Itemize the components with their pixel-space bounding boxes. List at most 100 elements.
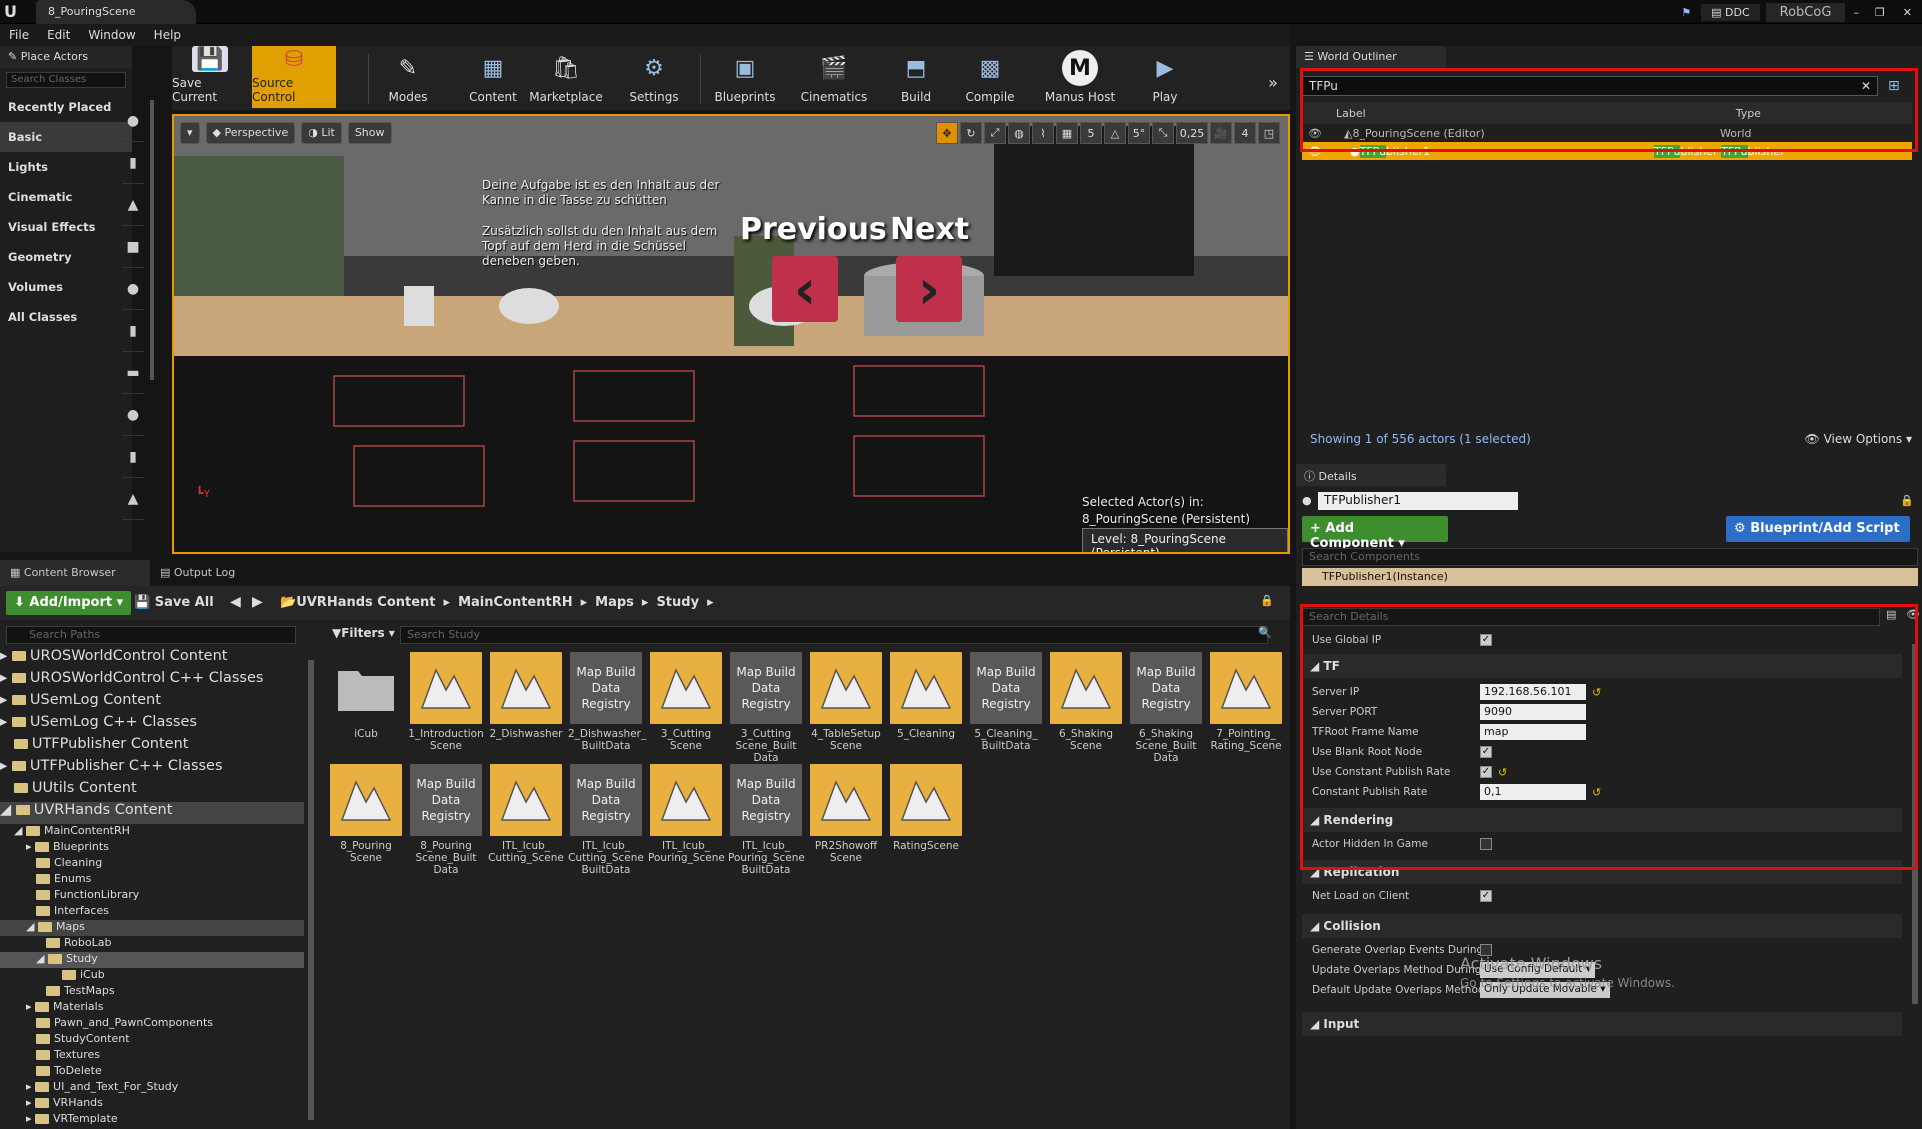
outliner-row-world[interactable]: 👁 ◭ 8_PouringScene (Editor) World bbox=[1302, 124, 1912, 142]
cylinder-actor-icon[interactable]: ▮ bbox=[122, 142, 144, 184]
build-button[interactable]: ⬒ Build bbox=[884, 46, 948, 108]
plane-actor-icon[interactable]: ▬ bbox=[122, 352, 144, 394]
camera-speed-icon[interactable]: 🎥 bbox=[1210, 122, 1232, 144]
surface-snap-icon[interactable]: ⌇ bbox=[1032, 122, 1054, 144]
tree-item[interactable]: ▸ Materials bbox=[0, 1000, 304, 1016]
asset-tile[interactable]: RatingScene bbox=[888, 764, 964, 870]
asset-tile[interactable]: Map Build Data Registry ITL_Icub_ Cutting… bbox=[568, 764, 644, 876]
tree-item[interactable]: iCub bbox=[0, 968, 304, 984]
asset-tile[interactable]: ITL_Icub_ Cutting_Scene bbox=[488, 764, 564, 870]
compile-button[interactable]: ▩ Compile bbox=[952, 46, 1028, 108]
content-button[interactable]: ▦ Content bbox=[460, 46, 526, 108]
asset-tile[interactable]: Map Build Data Registry 5_Cleaning_ Built… bbox=[968, 652, 1044, 758]
property-matrix-icon[interactable]: ▤ bbox=[1886, 608, 1896, 621]
add-import-button[interactable]: ⬇ Add/Import ▾ bbox=[6, 591, 132, 615]
breadcrumb-separator-icon[interactable]: ▸ bbox=[581, 595, 588, 610]
tree-item[interactable]: TestMaps bbox=[0, 984, 304, 1000]
forward-arrow-icon[interactable]: ▶ bbox=[252, 594, 263, 610]
tree-item[interactable]: RoboLab bbox=[0, 936, 304, 952]
tree-item[interactable]: ◢ UVRHands Content bbox=[0, 802, 304, 824]
category-visual-effects[interactable]: Visual Effects bbox=[0, 212, 132, 242]
notification-icon[interactable]: ⚑ bbox=[1671, 6, 1701, 19]
viewport-menu-button[interactable]: ▾ bbox=[180, 122, 200, 144]
actor-name-field[interactable]: TFPublisher1 bbox=[1318, 492, 1518, 510]
search-components-input[interactable]: Search Components bbox=[1302, 548, 1918, 566]
level-viewport[interactable]: ▾ ◆ Perspective ◑ Lit Show ✥ ↻ ⤢ ◍ ⌇ ▦ 5… bbox=[172, 114, 1290, 554]
asset-tile[interactable]: Map Build Data Registry 8_Pouring Scene_B… bbox=[408, 764, 484, 876]
blueprints-button[interactable]: ▣ Blueprints bbox=[700, 46, 790, 108]
save-all-button[interactable]: 💾 Save All bbox=[134, 595, 214, 610]
asset-tile[interactable]: 7_Pointing_ Rating_Scene bbox=[1208, 652, 1284, 758]
tree-item[interactable]: ▸ Blueprints bbox=[0, 840, 304, 856]
lit-button[interactable]: ◑ Lit bbox=[301, 122, 342, 144]
eye-icon[interactable]: 👁 bbox=[1906, 608, 1920, 621]
marketplace-button[interactable]: 🛍 Marketplace bbox=[528, 46, 604, 108]
asset-tile[interactable]: Map Build Data Registry 6_Shaking Scene_B… bbox=[1128, 652, 1204, 764]
category-basic[interactable]: Basic bbox=[0, 122, 132, 152]
breadcrumb-item[interactable]: Maps bbox=[595, 595, 634, 610]
tree-item[interactable]: UUtils Content bbox=[0, 780, 304, 802]
checkbox[interactable]: ✓ bbox=[1480, 634, 1492, 646]
sphere-actor-icon[interactable]: ● bbox=[122, 394, 144, 436]
type-column-header[interactable]: Type bbox=[1736, 107, 1761, 120]
component-instance-row[interactable]: TFPublisher1(Instance) bbox=[1302, 568, 1918, 586]
manus-host-button[interactable]: M Manus Host bbox=[1038, 46, 1122, 108]
tree-item[interactable]: ◢ Maps bbox=[0, 920, 304, 936]
content-browser-tab[interactable]: ▦ Content Browser bbox=[0, 560, 150, 586]
tree-item[interactable]: Cleaning bbox=[0, 856, 304, 872]
server-port-field[interactable]: 9090 bbox=[1480, 704, 1586, 720]
add-component-button[interactable]: + Add Component ▾ bbox=[1302, 516, 1448, 551]
menu-help[interactable]: Help bbox=[145, 24, 190, 46]
asset-tile[interactable]: 2_Dishwasher bbox=[488, 652, 564, 758]
tree-item[interactable]: ▸ UTFPublisher C++ Classes bbox=[0, 758, 304, 780]
cone-actor-icon[interactable]: ▲ bbox=[122, 478, 144, 520]
search-details-input[interactable]: Search Details bbox=[1302, 608, 1880, 626]
translate-icon[interactable]: ✥ bbox=[936, 122, 958, 144]
lock-icon[interactable]: 🔒 bbox=[1260, 594, 1274, 607]
view-options-button[interactable]: 👁 View Options ▾ bbox=[1805, 432, 1913, 446]
filters-button[interactable]: ▼Filters ▾ bbox=[332, 626, 395, 640]
grid-size-value[interactable]: 5 bbox=[1080, 122, 1102, 144]
category-geometry[interactable]: Geometry bbox=[0, 242, 132, 272]
breadcrumb-separator-icon[interactable]: ▸ bbox=[707, 595, 714, 610]
scale-icon[interactable]: ⤢ bbox=[984, 122, 1006, 144]
modes-button[interactable]: ✎ Modes bbox=[372, 46, 444, 108]
breadcrumb-separator-icon[interactable]: ▸ bbox=[444, 595, 451, 610]
checkbox[interactable]: ✓ bbox=[1480, 766, 1492, 778]
maximize-icon[interactable]: ❐ bbox=[1867, 6, 1893, 19]
asset-tile[interactable]: Map Build Data Registry ITL_Icub_ Pouring… bbox=[728, 764, 805, 876]
tree-item[interactable]: Textures bbox=[0, 1048, 304, 1064]
tree-item[interactable]: Interfaces bbox=[0, 904, 304, 920]
toolbar-overflow-button[interactable]: » bbox=[1260, 46, 1286, 108]
sphere-actor-icon[interactable]: ● bbox=[122, 268, 144, 310]
world-outliner-tab[interactable]: ☰ World Outliner bbox=[1296, 46, 1446, 68]
angle-snap-icon[interactable]: △ bbox=[1104, 122, 1126, 144]
asset-tile[interactable]: 4_TableSetup Scene bbox=[808, 652, 884, 758]
tree-scrollbar[interactable] bbox=[308, 660, 314, 1120]
category-lights[interactable]: Lights bbox=[0, 152, 132, 182]
clear-search-icon[interactable]: ✕ bbox=[1861, 79, 1871, 93]
tree-item[interactable]: StudyContent bbox=[0, 1032, 304, 1048]
search-paths-input[interactable]: Search Paths bbox=[6, 626, 296, 644]
asset-tile[interactable]: 5_Cleaning bbox=[888, 652, 964, 758]
cube-actor-icon[interactable]: ■ bbox=[122, 226, 144, 268]
tree-item[interactable]: Pawn_and_PawnComponents bbox=[0, 1016, 304, 1032]
asset-tile[interactable]: 3_Cutting Scene bbox=[648, 652, 724, 758]
tree-item[interactable]: ▸ USemLog C++ Classes bbox=[0, 714, 304, 736]
asset-tile[interactable]: Map Build Data Registry 3_Cutting Scene_B… bbox=[728, 652, 804, 764]
tree-item[interactable]: ▸ UROSWorldControl C++ Classes bbox=[0, 670, 304, 692]
place-actors-scrollbar[interactable] bbox=[150, 100, 154, 380]
tree-item[interactable]: ▸ VRTemplate bbox=[0, 1112, 304, 1128]
rotate-icon[interactable]: ↻ bbox=[960, 122, 982, 144]
tfroot-frame-field[interactable]: map bbox=[1480, 724, 1586, 740]
asset-tile[interactable]: 6_Shaking Scene bbox=[1048, 652, 1124, 758]
sphere-actor-icon[interactable]: ● bbox=[122, 100, 144, 142]
asset-tile[interactable]: ITL_Icub_ Pouring_Scene bbox=[648, 764, 725, 870]
output-log-tab[interactable]: ▤ Output Log bbox=[150, 560, 300, 586]
asset-tile[interactable]: Map Build Data Registry 2_Dishwasher_ Bui… bbox=[568, 652, 646, 758]
asset-tile[interactable]: 8_Pouring Scene bbox=[328, 764, 404, 870]
reset-icon[interactable]: ↺ bbox=[1592, 686, 1601, 699]
publish-rate-field[interactable]: 0,1 bbox=[1480, 784, 1586, 800]
reset-icon[interactable]: ↺ bbox=[1498, 766, 1507, 779]
blueprint-add-script-button[interactable]: ⚙ Blueprint/Add Script bbox=[1726, 516, 1910, 542]
